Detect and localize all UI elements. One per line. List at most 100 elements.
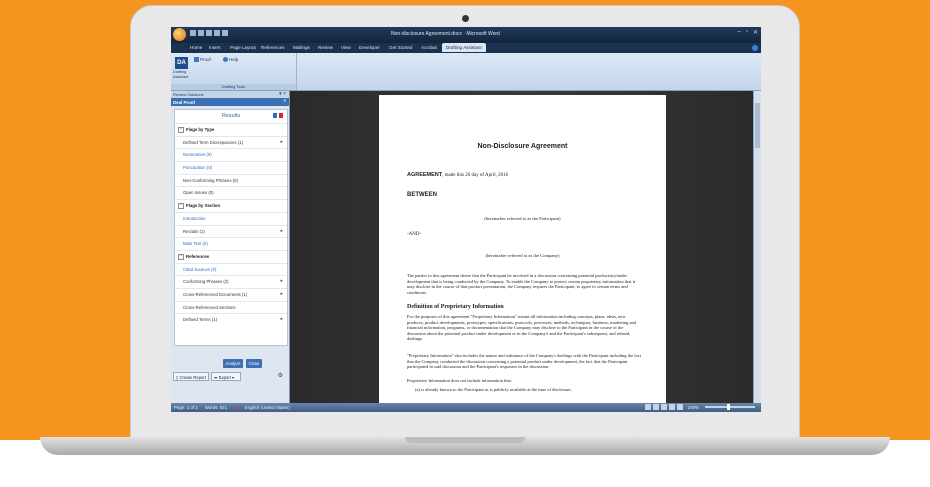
result-row[interactable]: Defined Term Discrepancies (1) ▸: [175, 135, 287, 149]
result-row[interactable]: Cited Sources (0): [175, 262, 287, 276]
redo-icon[interactable]: [206, 30, 212, 36]
chevron-right-icon[interactable]: ▸: [280, 276, 283, 287]
section-header[interactable]: − References: [175, 249, 287, 263]
flag-icons: [273, 113, 283, 118]
excludes-paragraph: Proprietary Information does not include…: [407, 378, 512, 383]
result-row[interactable]: Conforming Phrases (2) ▸: [175, 275, 287, 288]
drafting-assistant-label[interactable]: Drafting Assistant: [173, 70, 193, 79]
help-label: Help: [229, 57, 239, 62]
tab-insert[interactable]: Insert: [209, 45, 221, 50]
section-header[interactable]: − Flags by Type: [175, 123, 287, 136]
ribbon-tabs: Home Insert Page Layout References Maili…: [171, 43, 761, 53]
word-count[interactable]: Words: 521: [205, 405, 227, 411]
section-header[interactable]: − Flags by Section: [175, 199, 287, 212]
create-report-button[interactable]: ▯ Create Report: [173, 372, 209, 381]
deal-proof-close-icon[interactable]: ×: [283, 98, 286, 103]
help-button[interactable]: Help: [223, 57, 238, 62]
zoom-slider[interactable]: [705, 404, 755, 410]
result-row[interactable]: Open Issues (0): [175, 186, 287, 199]
red-flag-icon[interactable]: [279, 113, 283, 118]
tab-acrobat[interactable]: Acrobat: [421, 45, 437, 50]
web-layout-view-icon[interactable]: [660, 404, 667, 410]
status-left: Page: 1 of 2 Words: 521 ✱ English (Unite…: [174, 405, 290, 411]
grid-icon[interactable]: [222, 30, 228, 36]
agreement-text: , made this 26 day of April, 2016: [442, 173, 509, 178]
blue-flag-icon[interactable]: [273, 113, 277, 118]
page-count[interactable]: Page: 1 of 2: [174, 405, 198, 411]
collapse-toggle-icon[interactable]: −: [178, 202, 184, 209]
language[interactable]: English (United States): [245, 405, 290, 411]
tab-page-layout[interactable]: Page Layout: [230, 45, 256, 50]
chevron-right-icon[interactable]: ▸: [280, 226, 283, 237]
result-row[interactable]: Main Text (0): [175, 237, 287, 250]
tab-view[interactable]: View: [341, 45, 351, 50]
drafting-assistant-icon[interactable]: DA: [175, 57, 188, 69]
row-label: Cross-Referenced Sections: [183, 304, 236, 310]
close-pane-button[interactable]: Close: [246, 359, 262, 368]
tab-developer[interactable]: Developer: [359, 45, 380, 50]
maximize-button[interactable]: ▫: [746, 29, 748, 36]
zoom-slider-thumb[interactable]: [727, 404, 730, 410]
drafting-tools-group: DA Drafting Assistant Proof Help Draftin…: [171, 53, 297, 90]
intro-paragraph: The parties to this agreement desire tha…: [407, 273, 636, 295]
analyze-button[interactable]: Analyze: [223, 359, 243, 368]
collapse-toggle-icon[interactable]: −: [178, 126, 184, 133]
export-button[interactable]: ➦ Export ▾: [211, 372, 241, 381]
draft-view-icon[interactable]: [676, 404, 683, 410]
includes-paragraph: "Proprietary Information" also includes …: [407, 353, 642, 370]
screen: Non-disclosure Agreement.docx - Microsof…: [171, 27, 761, 412]
chevron-right-icon[interactable]: ▸: [280, 289, 283, 300]
help-icon[interactable]: [752, 45, 758, 51]
proof-button[interactable]: Proof: [194, 57, 211, 62]
tab-drafting-assistant[interactable]: Drafting Assistant: [442, 43, 486, 52]
result-row[interactable]: Defined Terms (1) ▸: [175, 313, 287, 326]
chevron-right-icon[interactable]: ▸: [280, 314, 283, 325]
tab-references[interactable]: References: [261, 45, 285, 50]
row-label: Cited Sources (0): [183, 266, 217, 272]
result-row[interactable]: Punctuation (0): [175, 161, 287, 174]
row-label: Defined Terms (1): [183, 317, 218, 323]
task-pane-close-icon[interactable]: ▾ ×: [279, 91, 286, 97]
row-label: Flags by Section: [186, 203, 221, 209]
row-label: Conforming Phrases (2): [183, 279, 229, 285]
outline-view-icon[interactable]: [668, 404, 675, 410]
minimize-button[interactable]: –: [737, 29, 740, 36]
row-label: Introduction: [183, 215, 206, 221]
deal-proof-title: Deal Proof: [173, 99, 195, 105]
tab-home[interactable]: Home: [190, 45, 202, 50]
close-button[interactable]: ✕: [753, 29, 758, 36]
result-row[interactable]: Cross-Referenced Documents (1) ▸: [175, 287, 287, 301]
chevron-right-icon[interactable]: ▸: [280, 137, 283, 148]
proofing-icon[interactable]: ✱: [234, 405, 238, 411]
scrollbar-thumb[interactable]: [755, 103, 760, 148]
result-row[interactable]: Non-Conforming Phrases (0): [175, 173, 287, 187]
result-row[interactable]: Recitals (1) ▸: [175, 224, 287, 238]
full-screen-view-icon[interactable]: [652, 404, 659, 410]
create-report-label: Create Report: [179, 375, 206, 380]
and-line: -AND-: [407, 232, 422, 237]
settings-gear-icon[interactable]: ⚙: [278, 372, 283, 379]
tab-review[interactable]: Review: [318, 45, 333, 50]
result-row[interactable]: Introduction: [175, 211, 287, 225]
zoom-level[interactable]: 100%: [688, 405, 699, 410]
undo-icon[interactable]: [198, 30, 204, 36]
print-icon[interactable]: [214, 30, 220, 36]
task-pane-title: Review Solutions: [173, 92, 204, 97]
vertical-scrollbar[interactable]: [753, 91, 761, 403]
save-icon[interactable]: [190, 30, 196, 36]
result-row[interactable]: Cross-Referenced Sections: [175, 300, 287, 314]
row-label: Cross-Referenced Documents (1): [183, 291, 248, 297]
tab-get-started[interactable]: Get Started: [389, 45, 413, 50]
row-label: Punctuation (0): [183, 165, 213, 171]
result-row[interactable]: Numeration (0): [175, 148, 287, 161]
tab-mailings[interactable]: Mailings: [293, 45, 310, 50]
print-layout-view-icon[interactable]: [644, 404, 651, 410]
document-page[interactable]: Non-Disclosure Agreement AGREEMENT, made…: [379, 95, 666, 403]
help-circle-icon: [223, 57, 228, 62]
company-line: (hereinafter referred to as the Company): [485, 253, 560, 258]
task-pane-header: Review Solutions ▾ ×: [171, 91, 289, 98]
collapse-toggle-icon[interactable]: −: [178, 253, 184, 260]
laptop-notch: [405, 437, 525, 443]
office-button[interactable]: [173, 28, 186, 41]
agreement-line: AGREEMENT, made this 26 day of April, 20…: [407, 172, 508, 178]
